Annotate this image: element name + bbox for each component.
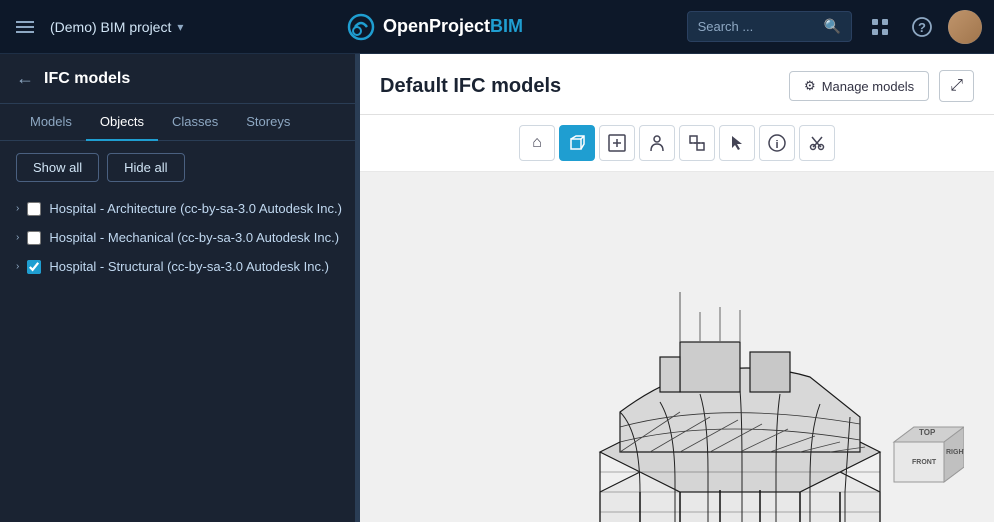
fit-view-icon	[608, 134, 626, 152]
model-list: › Hospital - Architecture (cc-by-sa-3.0 …	[0, 194, 359, 281]
svg-text:TOP: TOP	[919, 428, 936, 437]
avatar[interactable]	[948, 10, 982, 44]
avatar-image	[948, 10, 982, 44]
model-label-architecture: Hospital - Architecture (cc-by-sa-3.0 Au…	[49, 201, 342, 216]
svg-text:?: ?	[918, 20, 926, 35]
model-checkbox-structural[interactable]	[27, 260, 41, 274]
info-icon: i	[768, 134, 786, 152]
section-icon	[688, 134, 706, 152]
logo-accent: BIM	[490, 16, 523, 36]
person-icon	[648, 134, 666, 152]
hide-all-button[interactable]: Hide all	[107, 153, 184, 182]
model-checkbox-architecture[interactable]	[27, 202, 41, 216]
viewer-toolbar: ⌂	[360, 115, 994, 172]
list-item[interactable]: › Hospital - Architecture (cc-by-sa-3.0 …	[8, 194, 351, 223]
fit-tool-button[interactable]	[599, 125, 635, 161]
chevron-right-icon: ›	[16, 232, 19, 243]
3d-tool-button[interactable]	[559, 125, 595, 161]
tab-classes[interactable]: Classes	[158, 104, 232, 141]
select-tool-button[interactable]	[719, 125, 755, 161]
manage-models-label: Manage models	[822, 79, 915, 94]
tab-models[interactable]: Models	[16, 104, 86, 141]
nav-cube-svg: TOP FRONT RIGHT	[884, 412, 964, 492]
help-icon: ?	[912, 17, 932, 37]
grid-icon	[871, 18, 889, 36]
home-tool-button[interactable]: ⌂	[519, 125, 555, 161]
sidebar-title: IFC models	[44, 70, 130, 88]
svg-text:FRONT: FRONT	[912, 459, 937, 466]
chevron-right-icon: ›	[16, 203, 19, 214]
cut-tool-button[interactable]	[799, 125, 835, 161]
model-label-mechanical: Hospital - Mechanical (cc-by-sa-3.0 Auto…	[49, 230, 339, 245]
gear-icon: ⚙	[804, 78, 816, 94]
viewer-title: Default IFC models	[380, 75, 561, 98]
resize-handle[interactable]	[355, 54, 359, 522]
help-button[interactable]: ?	[906, 11, 938, 43]
search-input[interactable]	[698, 19, 818, 34]
fullscreen-icon: ⤢	[950, 77, 963, 94]
person-tool-button[interactable]	[639, 125, 675, 161]
nav-icons: ?	[864, 10, 982, 44]
logo-icon	[347, 13, 375, 41]
model-label-structural: Hospital - Structural (cc-by-sa-3.0 Auto…	[49, 259, 329, 274]
svg-text:RIGHT: RIGHT	[946, 449, 964, 456]
list-item[interactable]: › Hospital - Mechanical (cc-by-sa-3.0 Au…	[8, 223, 351, 252]
search-icon[interactable]: 🔍	[824, 18, 841, 35]
sidebar-actions: Show all Hide all	[0, 141, 359, 194]
logo-area: OpenProjectBIM	[195, 13, 674, 41]
logo-text: OpenProjectBIM	[383, 16, 523, 37]
chevron-right-icon: ›	[16, 261, 19, 272]
sidebar: ← IFC models Models Objects Classes Stor…	[0, 54, 360, 522]
tab-objects[interactable]: Objects	[86, 104, 158, 141]
menu-button[interactable]	[12, 17, 38, 37]
show-all-button[interactable]: Show all	[16, 153, 99, 182]
sidebar-tabs: Models Objects Classes Storeys	[0, 104, 359, 141]
project-selector[interactable]: (Demo) BIM project ▾	[50, 19, 183, 35]
back-button[interactable]: ←	[16, 68, 34, 89]
main-content: ← IFC models Models Objects Classes Stor…	[0, 54, 994, 522]
viewer-actions: ⚙ Manage models ⤢	[789, 70, 974, 102]
fullscreen-button[interactable]: ⤢	[939, 70, 974, 102]
info-tool-button[interactable]: i	[759, 125, 795, 161]
cursor-icon	[728, 134, 746, 152]
scissors-icon	[808, 134, 826, 152]
chevron-down-icon: ▾	[177, 20, 183, 34]
building-model	[480, 232, 920, 522]
3d-cube-icon	[568, 134, 586, 152]
sidebar-header: ← IFC models	[0, 54, 359, 104]
model-checkbox-mechanical[interactable]	[27, 231, 41, 245]
viewer-area: Default IFC models ⚙ Manage models ⤢ ⌂	[360, 54, 994, 522]
list-item[interactable]: › Hospital - Structural (cc-by-sa-3.0 Au…	[8, 252, 351, 281]
section-tool-button[interactable]	[679, 125, 715, 161]
top-navigation: (Demo) BIM project ▾ OpenProjectBIM 🔍	[0, 0, 994, 54]
manage-models-button[interactable]: ⚙ Manage models	[789, 71, 929, 101]
tab-storeys[interactable]: Storeys	[232, 104, 304, 141]
grid-button[interactable]	[864, 11, 896, 43]
svg-text:i: i	[775, 139, 778, 151]
viewer-header: Default IFC models ⚙ Manage models ⤢	[360, 54, 994, 115]
search-box: 🔍	[687, 11, 852, 42]
navigation-cube[interactable]: TOP FRONT RIGHT	[884, 412, 964, 492]
project-name: (Demo) BIM project	[50, 19, 171, 35]
viewer-canvas: TOP FRONT RIGHT	[360, 172, 994, 522]
